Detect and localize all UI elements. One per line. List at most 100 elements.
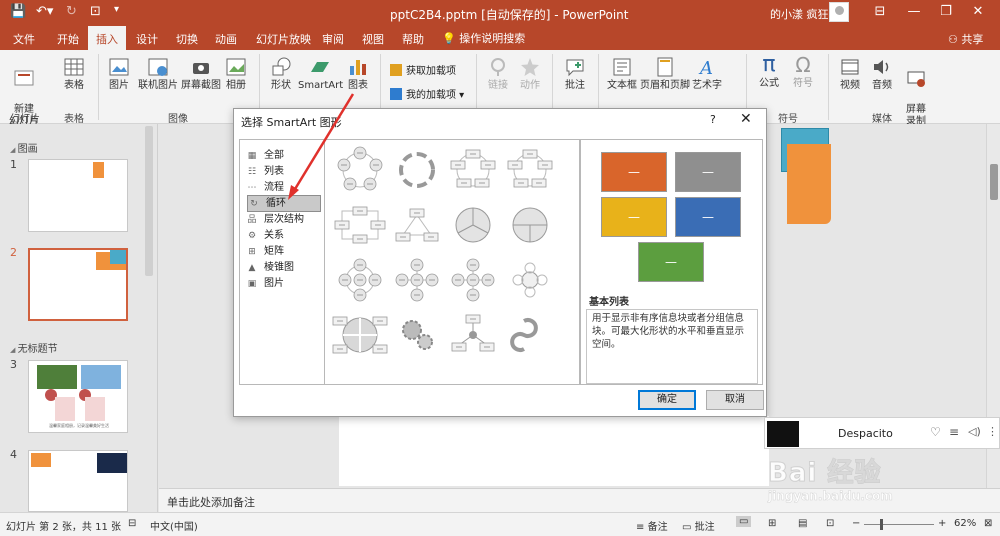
my-addins-button[interactable]: 我的加载项 ▾ bbox=[390, 86, 464, 101]
slide-thumbnail-2[interactable] bbox=[28, 248, 128, 321]
scrollbar-thumb[interactable] bbox=[990, 164, 998, 200]
help-icon[interactable]: ? bbox=[710, 113, 716, 126]
video-button[interactable]: 视频 bbox=[836, 56, 864, 92]
action-button[interactable]: 动作 bbox=[516, 56, 544, 92]
tab-help[interactable]: 帮助 bbox=[402, 31, 424, 47]
thumbnail-scrollbar[interactable] bbox=[145, 126, 153, 276]
slide-sorter-icon[interactable]: ⊞ bbox=[768, 518, 776, 529]
slide-thumbnail-1[interactable] bbox=[28, 159, 128, 232]
section-header[interactable]: 无标题节 bbox=[10, 340, 58, 355]
layout-basic-radial[interactable] bbox=[395, 258, 439, 302]
tab-transitions[interactable]: 切换 bbox=[176, 31, 198, 47]
layout-multidirectional-cycle[interactable] bbox=[395, 208, 439, 242]
zoom-out-icon[interactable]: − bbox=[852, 518, 860, 529]
save-icon[interactable]: 💾 bbox=[10, 4, 26, 19]
user-name[interactable]: 的小漾 疯狂 bbox=[770, 6, 829, 22]
screen-record-button[interactable]: 屏幕 录制 bbox=[900, 56, 932, 128]
comment-button[interactable]: 批注 bbox=[560, 56, 590, 92]
layout-nondirectional-cycle[interactable] bbox=[507, 149, 553, 188]
textbox-button[interactable]: 文本框 bbox=[604, 56, 640, 92]
more-icon[interactable]: ⋮ bbox=[987, 425, 998, 438]
album-button[interactable]: 相册 bbox=[222, 56, 250, 92]
slide-thumbnail-4[interactable] bbox=[28, 450, 128, 512]
tab-review[interactable]: 审阅 bbox=[322, 31, 344, 47]
tab-home[interactable]: 开始 bbox=[57, 31, 79, 47]
layout-continuous-cycle[interactable] bbox=[334, 206, 386, 244]
layout-radial-venn[interactable] bbox=[512, 262, 548, 298]
layout-text-cycle[interactable] bbox=[399, 152, 435, 188]
spellcheck-icon[interactable]: ⊟ bbox=[128, 518, 136, 529]
category-list-item[interactable]: ☷ 列表 bbox=[246, 164, 318, 179]
category-cycle[interactable]: ↻ 循环 bbox=[247, 195, 321, 212]
ribbon-options-icon[interactable]: ⊟ bbox=[870, 4, 890, 19]
tab-slideshow[interactable]: 幻灯片放映 bbox=[256, 31, 311, 47]
tab-view[interactable]: 视图 bbox=[362, 31, 384, 47]
header-footer-button[interactable]: 页眉和页脚 bbox=[640, 56, 690, 92]
zoom-in-icon[interactable]: + bbox=[938, 518, 946, 529]
cancel-button[interactable]: 取消 bbox=[706, 390, 764, 410]
wordart-button[interactable]: A 艺术字 bbox=[690, 56, 724, 92]
zoom-slider[interactable] bbox=[864, 524, 934, 525]
slide-canvas[interactable] bbox=[339, 416, 769, 486]
tell-me-search[interactable]: 💡 操作说明搜索 bbox=[442, 30, 525, 46]
online-picture-button[interactable]: 联机图片 bbox=[136, 56, 180, 92]
slide-thumbnail-panel[interactable]: 图画 1 2 无标题节 3 温馨家庭相册，记录温馨美好生活 4 bbox=[0, 124, 158, 512]
undo-icon[interactable]: ↶▾ bbox=[36, 4, 53, 19]
layout-block-cycle[interactable] bbox=[450, 149, 496, 188]
ok-button[interactable]: 确定 bbox=[638, 390, 696, 410]
playlist-icon[interactable]: ≡ bbox=[949, 425, 959, 439]
customize-qat-icon[interactable]: ▾ bbox=[114, 4, 119, 15]
heart-icon[interactable]: ♡ bbox=[930, 425, 941, 439]
category-hierarchy[interactable]: 品层次结构 bbox=[246, 212, 318, 227]
minimize-icon[interactable]: — bbox=[904, 4, 924, 19]
tab-file[interactable]: 文件 bbox=[13, 31, 35, 47]
smartart-button[interactable]: SmartArt bbox=[298, 56, 343, 92]
audio-button[interactable]: 音频 bbox=[868, 56, 896, 92]
music-player-popup[interactable]: Despacito ♡ ≡ ◁) ⋮ bbox=[764, 417, 1000, 449]
layout-gear[interactable] bbox=[402, 320, 433, 350]
slideshow-view-icon[interactable]: ⊡ bbox=[826, 518, 834, 529]
category-process[interactable]: ⋯ 流程 bbox=[246, 180, 318, 195]
shapes-button[interactable]: 形状 bbox=[266, 56, 296, 92]
picture-button[interactable]: 图片 bbox=[104, 56, 134, 92]
layout-interlocking-arrows[interactable] bbox=[510, 318, 538, 352]
redo-icon[interactable]: ↻ bbox=[66, 4, 77, 19]
avatar[interactable] bbox=[829, 2, 849, 22]
layout-pie-cycle[interactable] bbox=[512, 207, 548, 243]
tab-animations[interactable]: 动画 bbox=[215, 31, 237, 47]
tab-design[interactable]: 设计 bbox=[136, 31, 158, 47]
get-addins-button[interactable]: 获取加载项 bbox=[390, 62, 456, 77]
close-icon[interactable]: ✕ bbox=[968, 4, 988, 19]
symbol-button[interactable]: Ω 符号 bbox=[788, 54, 818, 90]
volume-icon[interactable]: ◁) bbox=[968, 425, 981, 438]
layout-radial-cycle[interactable] bbox=[338, 258, 382, 302]
slide-shape-orange[interactable] bbox=[787, 144, 831, 224]
maximize-icon[interactable]: ❐ bbox=[936, 4, 956, 19]
layout-segmented-cycle[interactable] bbox=[455, 207, 491, 243]
zoom-level[interactable]: 62% bbox=[954, 518, 976, 529]
normal-view-icon[interactable]: ▭ bbox=[736, 516, 752, 527]
comments-toggle[interactable]: ▭ 批注 bbox=[682, 518, 715, 533]
layout-cycle-matrix[interactable] bbox=[332, 316, 388, 354]
start-slideshow-icon[interactable]: ⊡ bbox=[90, 4, 101, 19]
zoom-slider-thumb[interactable] bbox=[880, 519, 883, 530]
layout-hub-spoke[interactable] bbox=[451, 314, 495, 352]
table-button[interactable]: 表格 bbox=[58, 56, 90, 92]
chart-button[interactable]: 图表 bbox=[344, 56, 372, 92]
category-pyramid[interactable]: ▲ 棱锥图 bbox=[246, 260, 318, 275]
notes-placeholder[interactable]: 单击此处添加备注 bbox=[167, 494, 255, 510]
language-status[interactable]: 中文(中国) bbox=[150, 518, 198, 533]
category-relationship[interactable]: ⚙ 关系 bbox=[246, 228, 318, 243]
screenshot-button[interactable]: 屏幕截图 bbox=[178, 56, 224, 92]
section-header[interactable]: 图画 bbox=[10, 140, 38, 155]
layout-diverging-radial[interactable] bbox=[451, 258, 495, 302]
layout-basic-cycle[interactable] bbox=[337, 146, 383, 191]
tab-insert[interactable]: 插入 bbox=[88, 26, 126, 50]
reading-view-icon[interactable]: ▤ bbox=[798, 518, 807, 529]
category-picture[interactable]: ▣ 图片 bbox=[246, 276, 318, 291]
category-all[interactable]: ▦ 全部 bbox=[246, 148, 318, 163]
link-button[interactable]: 链接 bbox=[484, 56, 512, 92]
category-matrix[interactable]: ⊞ 矩阵 bbox=[246, 244, 318, 259]
slide-thumbnail-3[interactable]: 温馨家庭相册，记录温馨美好生活 bbox=[28, 360, 128, 433]
notes-toggle[interactable]: ≡ 备注 bbox=[636, 518, 668, 533]
